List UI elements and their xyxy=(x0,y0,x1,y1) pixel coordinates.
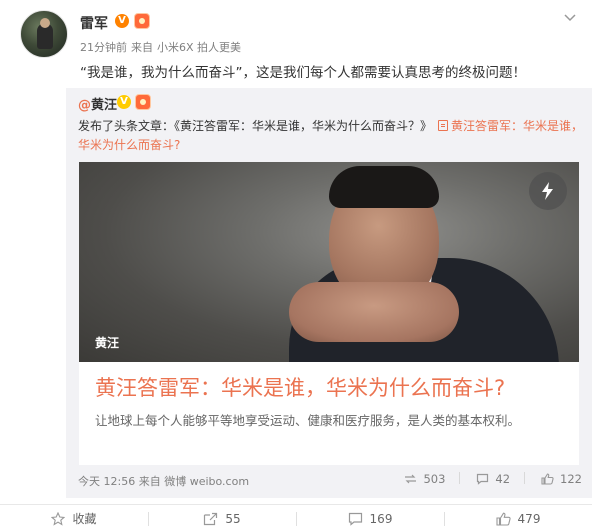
repost-icon xyxy=(405,474,417,484)
post-source[interactable]: 小米6X 拍人更美 xyxy=(157,41,241,54)
author-name[interactable]: 雷军 xyxy=(80,13,108,33)
repost-button[interactable]: 55 xyxy=(148,505,296,532)
repost-text: 发布了头条文章：《黄汪答雷军：华米是谁，华米为什么而奋斗？》 黄汪答雷军：华米是谁… xyxy=(78,117,588,155)
cover-author-tag: 黄汪 xyxy=(95,336,120,350)
repost-stats: 503 42 122 xyxy=(388,472,582,486)
star-icon xyxy=(51,511,66,526)
like-count: 479 xyxy=(517,511,541,526)
repost-author-at: @ xyxy=(78,98,91,113)
verified-badge-icon: V xyxy=(115,14,129,28)
cover-hands xyxy=(289,282,459,342)
comment-count: 169 xyxy=(369,511,393,526)
share-icon xyxy=(204,512,218,525)
repost-box: @黄汪 V 发布了头条文章：《黄汪答雷军：华米是谁，华米为什么而奋斗？》 黄汪答雷… xyxy=(66,88,592,498)
post-time[interactable]: 21分钟前 xyxy=(80,41,127,54)
post-meta: 21分钟前 来自 小米6X 拍人更美 xyxy=(80,39,245,55)
repost-member-level-icon xyxy=(135,94,151,110)
repost-time[interactable]: 今天 12:56 xyxy=(78,475,135,488)
repost-comment-count-value: 42 xyxy=(495,472,511,486)
author-avatar[interactable] xyxy=(20,10,68,58)
post-text: “我是谁，我为什么而奋斗”，这是我们每个人都需要认真思考的终极问题！ xyxy=(80,65,526,81)
chevron-down-icon[interactable] xyxy=(563,10,577,24)
flash-icon[interactable] xyxy=(529,172,567,210)
cover-hair xyxy=(329,166,439,208)
like-button[interactable]: 479 xyxy=(444,505,592,532)
comment-icon xyxy=(348,512,362,526)
stats-divider xyxy=(459,472,461,484)
repost-like-count[interactable]: 122 xyxy=(541,472,582,486)
article-doc-icon xyxy=(438,120,449,131)
repost-author[interactable]: @黄汪 xyxy=(78,94,117,113)
repost-footer-meta: 今天 12:56 来自 微博 weibo.com xyxy=(78,473,249,489)
comment-button[interactable]: 169 xyxy=(296,505,444,532)
weibo-post: 雷军 V 21分钟前 来自 小米6X 拍人更美 “我是谁，我为什么而奋斗”，这是我们… xyxy=(0,0,592,532)
repost-article-ref: 《黄汪答雷军：华米是谁，华米为什么而奋斗？》 xyxy=(174,119,433,133)
article-title[interactable]: 黄汪答雷军：华米是谁，华米为什么而奋斗? xyxy=(95,372,505,402)
repost-text-prefix: 发布了头条文章： xyxy=(78,119,175,133)
repost-count: 55 xyxy=(225,511,241,526)
favorite-button[interactable]: 收藏 xyxy=(0,505,148,532)
repost-repost-count[interactable]: 503 xyxy=(404,472,445,486)
member-level-icon xyxy=(134,13,150,29)
article-cover-image[interactable]: 黄汪 xyxy=(79,162,579,362)
repost-source[interactable]: 微博 weibo.com xyxy=(164,475,249,488)
repost-author-name[interactable]: 黄汪 xyxy=(91,98,117,113)
avatar-head xyxy=(40,18,50,28)
repost-comment-count[interactable]: 42 xyxy=(476,472,510,486)
comment-icon xyxy=(477,473,489,485)
post-action-bar: 收藏 55 169 479 xyxy=(0,504,592,532)
repost-like-count-value: 122 xyxy=(560,472,582,486)
thumbs-up-icon xyxy=(541,473,554,485)
favorite-label: 收藏 xyxy=(72,512,97,526)
article-summary: 让地球上每个人能够平等地享受运动、健康和医疗服务，是人类的基本权利。 xyxy=(95,413,521,428)
post-source-prefix: 来自 xyxy=(131,41,153,54)
article-card[interactable]: 黄汪 黄汪答雷军：华米是谁，华米为什么而奋斗? 让地球上每个人能够平等地享受运动… xyxy=(79,162,579,465)
repost-verified-badge-icon: V xyxy=(117,95,131,109)
repost-repost-count-value: 503 xyxy=(423,472,446,486)
stats-divider xyxy=(524,472,526,484)
thumbs-up-icon xyxy=(495,512,511,526)
repost-source-prefix: 来自 xyxy=(138,475,161,488)
